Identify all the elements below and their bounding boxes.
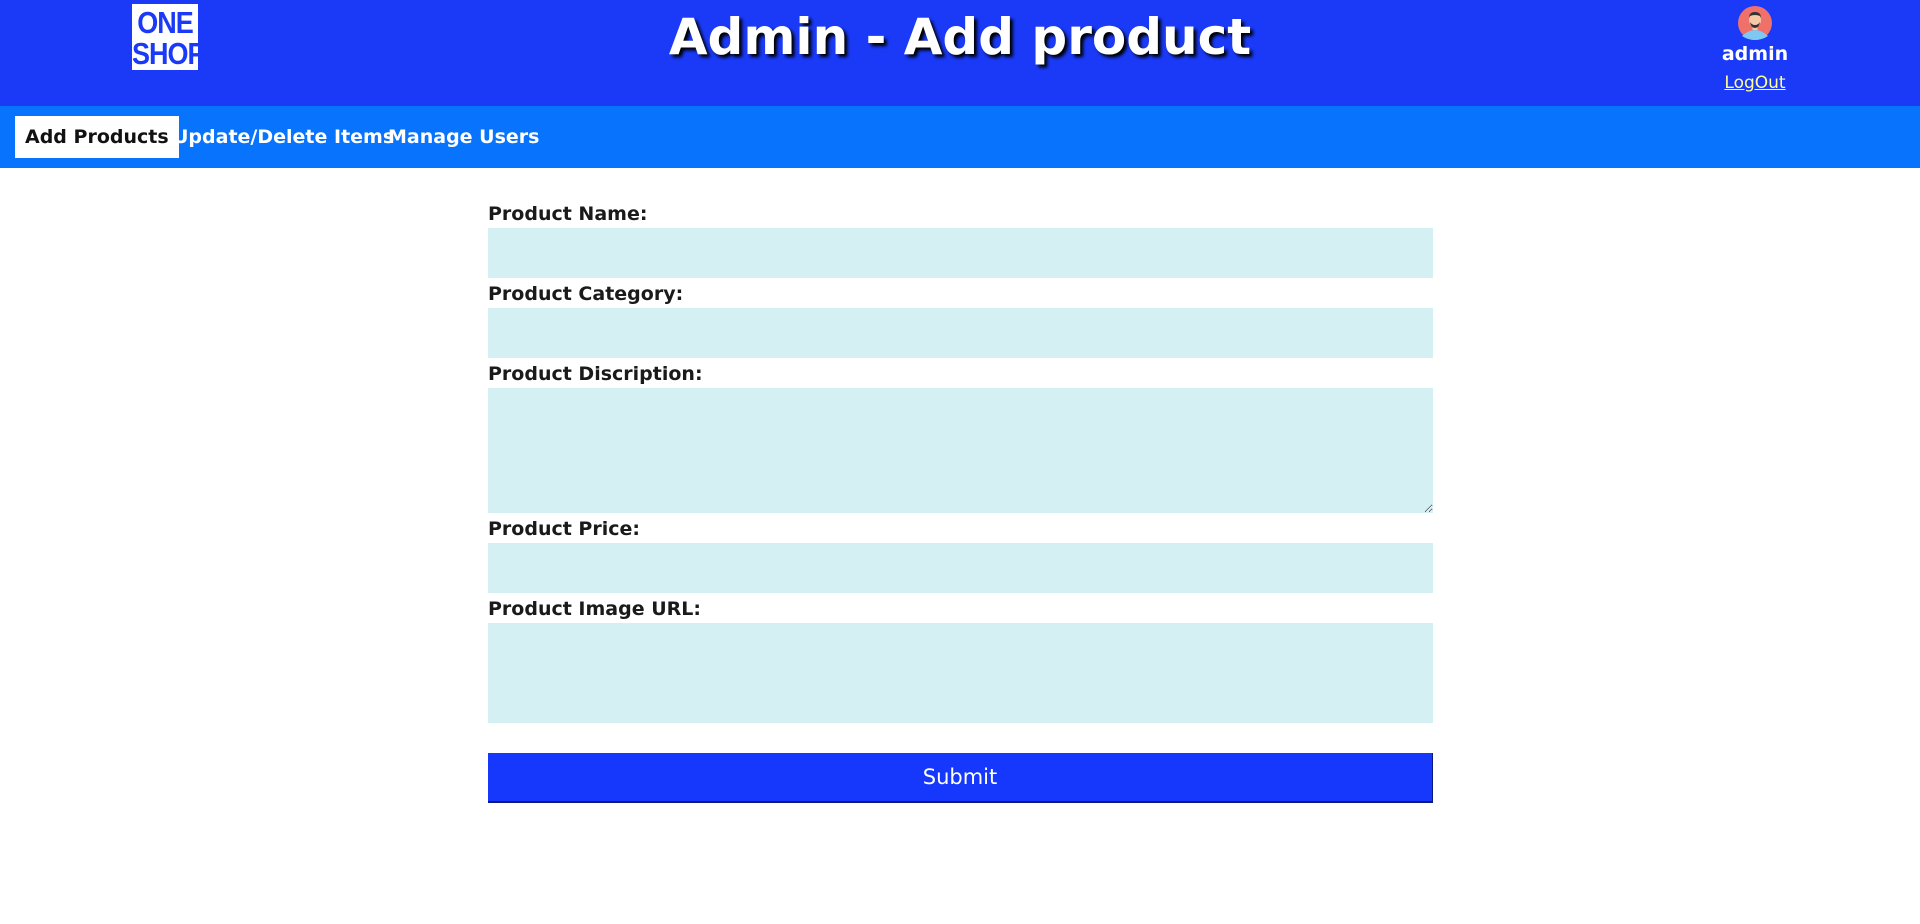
username: admin <box>1721 43 1789 65</box>
user-box: admin LogOut <box>1700 6 1810 94</box>
nav-item-add-products[interactable]: Add Products <box>15 116 179 158</box>
submit-button[interactable]: Submit <box>488 753 1433 803</box>
product-price-label: Product Price: <box>488 518 640 540</box>
product-name-label: Product Name: <box>488 203 648 225</box>
product-description-textarea[interactable] <box>488 388 1433 513</box>
product-category-label: Product Category: <box>488 283 684 305</box>
product-price-input[interactable] <box>488 543 1433 593</box>
user-avatar-icon <box>1738 6 1772 40</box>
nav-item-update-delete-items[interactable]: Update/Delete Items <box>163 116 404 158</box>
logout-link[interactable]: LogOut <box>1700 72 1810 94</box>
product-image-url-input[interactable] <box>488 623 1433 723</box>
product-image-url-label: Product Image URL: <box>488 598 701 620</box>
product-category-input[interactable] <box>488 308 1433 358</box>
product-name-input[interactable] <box>488 228 1433 278</box>
page-header: ONE SHOP Admin - Add product admin LogOu… <box>0 0 1920 106</box>
admin-nav-bar: Add Products Update/Delete Items Manage … <box>0 106 1920 168</box>
page-title: Admin - Add product <box>668 8 1252 66</box>
nav-item-manage-users[interactable]: Manage Users <box>378 116 549 158</box>
add-product-form: Product Name: Product Category: Product … <box>488 200 1433 803</box>
product-description-label: Product Discription: <box>488 363 703 385</box>
